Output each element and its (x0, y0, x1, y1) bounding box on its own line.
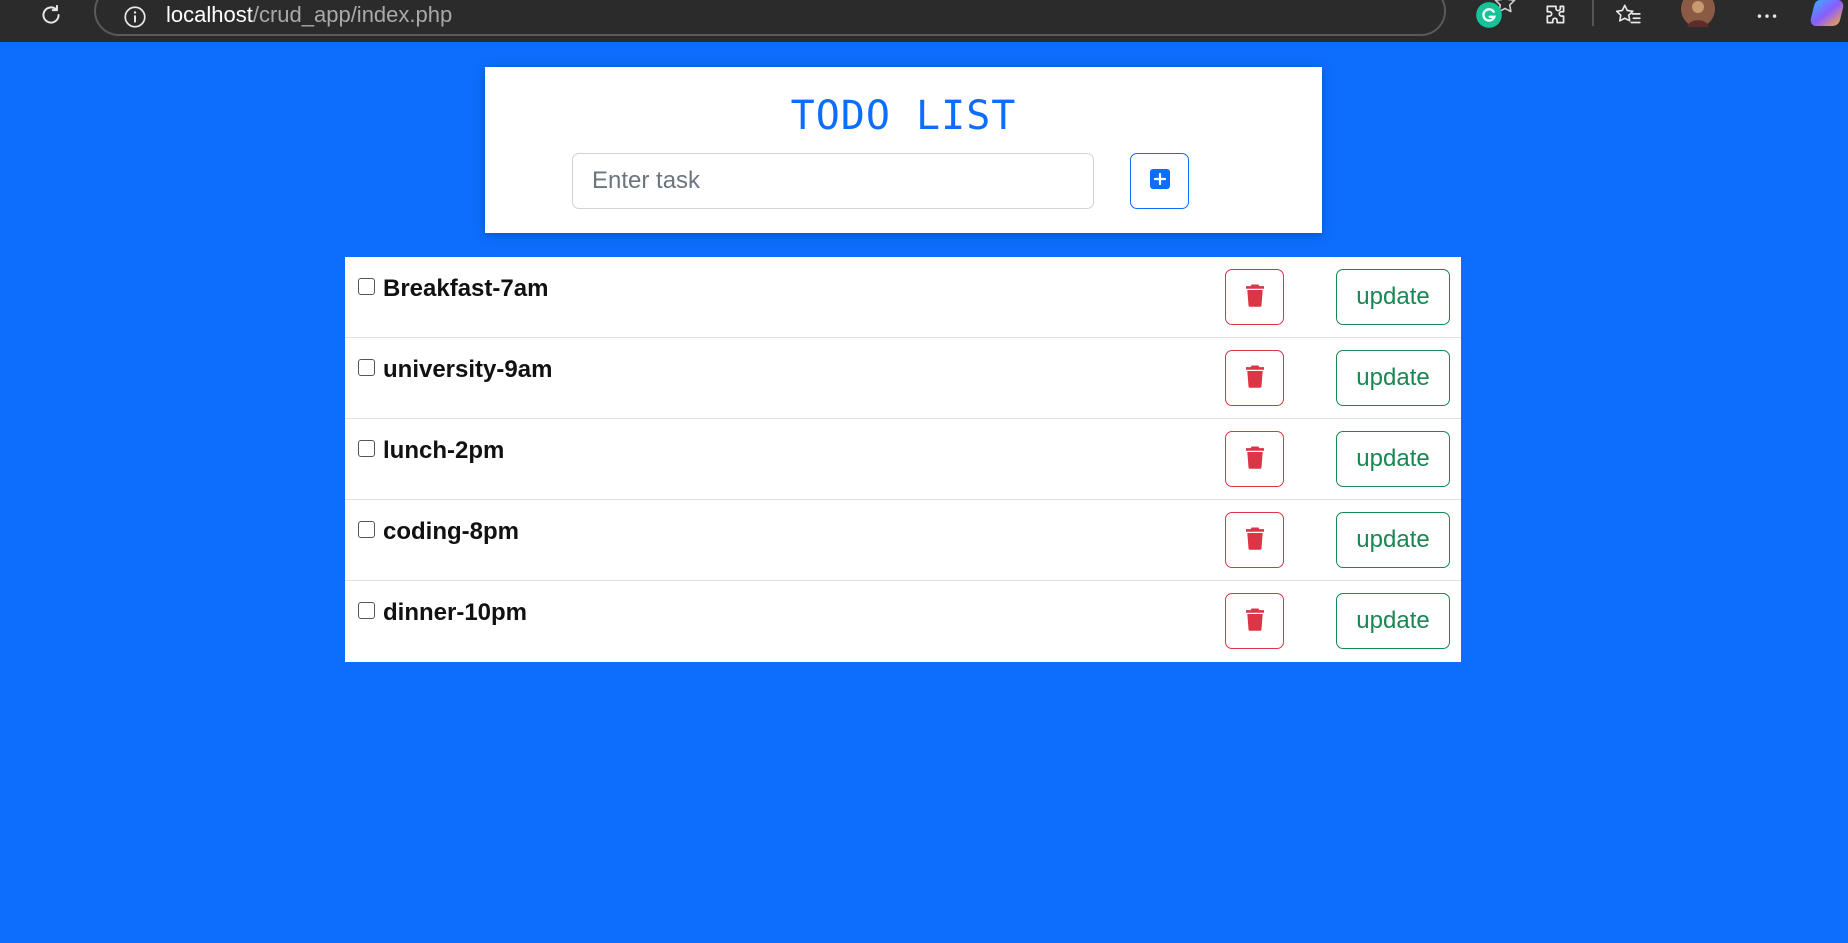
update-button[interactable]: update (1336, 350, 1450, 406)
task-label: Breakfast-7am (383, 275, 549, 302)
trash-icon (1245, 445, 1265, 474)
task-input[interactable] (572, 153, 1094, 209)
task-row: coding-8pm update (345, 500, 1461, 581)
favorites-icon[interactable] (1610, 0, 1646, 30)
more-icon[interactable] (1749, 0, 1785, 30)
plus-square-icon (1149, 168, 1170, 194)
url-host: localhost (166, 2, 253, 27)
delete-button[interactable] (1225, 593, 1284, 649)
task-row: Breakfast-7am update (345, 257, 1461, 338)
update-button[interactable]: update (1336, 593, 1450, 649)
browser-toolbar: localhost/crud_app/index.php (0, 0, 1848, 42)
task-label: university-9am (383, 356, 553, 383)
profile-avatar[interactable] (1681, 0, 1715, 30)
update-button[interactable]: update (1336, 269, 1450, 325)
page-title: TODO LIST (790, 93, 1017, 139)
copilot-icon[interactable] (1810, 0, 1848, 30)
reload-icon[interactable] (34, 0, 68, 30)
update-button[interactable]: update (1336, 431, 1450, 487)
trash-icon (1245, 607, 1265, 636)
toolbar-divider (1592, 0, 1594, 26)
delete-button[interactable] (1225, 350, 1284, 406)
task-list: Breakfast-7am update university-9am upda… (345, 257, 1461, 662)
task-label: dinner-10pm (383, 599, 528, 626)
task-row: university-9am update (345, 338, 1461, 419)
task-checkbox[interactable] (358, 521, 375, 538)
update-button[interactable]: update (1336, 512, 1450, 568)
task-checkbox[interactable] (358, 278, 375, 295)
task-checkbox[interactable] (358, 359, 375, 376)
trash-icon (1245, 283, 1265, 312)
address-bar[interactable]: localhost/crud_app/index.php (94, 0, 1516, 36)
task-checkbox[interactable] (358, 440, 375, 457)
trash-icon (1245, 526, 1265, 555)
header-card: TODO LIST (485, 67, 1322, 233)
task-label: coding-8pm (383, 518, 519, 545)
trash-icon (1245, 364, 1265, 393)
url-text[interactable]: localhost/crud_app/index.php (166, 2, 452, 28)
task-row: dinner-10pm update (345, 581, 1461, 662)
delete-button[interactable] (1225, 269, 1284, 325)
delete-button[interactable] (1225, 431, 1284, 487)
task-checkbox[interactable] (358, 602, 375, 619)
task-label: lunch-2pm (383, 437, 505, 464)
delete-button[interactable] (1225, 512, 1284, 568)
url-path: /crud_app/index.php (252, 2, 453, 27)
add-task-button[interactable] (1130, 153, 1189, 209)
info-icon[interactable] (122, 4, 148, 30)
grammarly-icon[interactable] (1471, 0, 1507, 30)
task-row: lunch-2pm update (345, 419, 1461, 500)
extensions-icon[interactable] (1538, 0, 1574, 30)
